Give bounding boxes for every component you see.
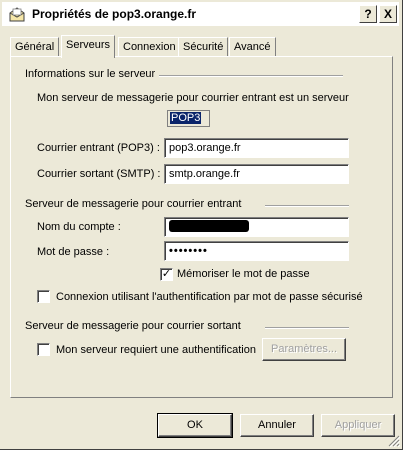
mail-account-icon <box>9 7 25 22</box>
ok-button[interactable]: OK <box>157 413 233 438</box>
resize-grip-icon[interactable] <box>388 435 400 447</box>
apply-button[interactable]: Appliquer <box>321 414 395 437</box>
incoming-type-value[interactable]: POP3 <box>167 110 210 127</box>
outgoing-server-input[interactable]: smtp.orange.fr <box>164 164 349 184</box>
window-title: Propriétés de pop3.orange.fr <box>32 7 197 21</box>
properties-dialog: Propriétés de pop3.orange.fr ? X Général… <box>0 0 403 450</box>
group-divider <box>159 75 343 77</box>
tab-general[interactable]: Général <box>10 37 60 57</box>
outgoing-server-label: Courrier sortant (SMTP) : <box>37 168 161 180</box>
server-info-heading: Informations sur le serveur <box>25 68 156 80</box>
outgoing-server-heading: Serveur de messagerie pour courrier sort… <box>25 320 241 332</box>
password-label: Mot de passe : <box>37 246 110 258</box>
close-button[interactable]: X <box>379 5 397 23</box>
cancel-button[interactable]: Annuler <box>240 414 314 437</box>
title-bar[interactable]: Propriétés de pop3.orange.fr ? X <box>2 2 399 26</box>
group-divider <box>265 205 349 207</box>
tab-advanced[interactable]: Avancé <box>229 37 276 57</box>
spa-label[interactable]: Connexion utilisant l'authentification p… <box>56 291 363 303</box>
password-input[interactable]: •••••••• <box>164 241 349 261</box>
account-name-input[interactable] <box>164 217 349 237</box>
incoming-server-input[interactable]: pop3.orange.fr <box>164 138 349 158</box>
spa-checkbox[interactable] <box>37 290 50 303</box>
smtp-auth-checkbox[interactable] <box>37 343 50 356</box>
incoming-server-heading: Serveur de messagerie pour courrier entr… <box>25 198 242 210</box>
incoming-server-label: Courrier entrant (POP3) : <box>37 142 160 154</box>
redaction-mark <box>169 220 249 232</box>
tab-connection[interactable]: Connexion <box>118 37 181 57</box>
incoming-type-text: Mon serveur de messagerie pour courrier … <box>37 92 349 104</box>
incoming-type-value-text: POP3 <box>170 112 202 124</box>
account-name-label: Nom du compte : <box>37 221 121 233</box>
servers-panel: Informations sur le serveur Mon serveur … <box>10 56 393 398</box>
help-button[interactable]: ? <box>359 5 377 23</box>
tab-servers[interactable]: Serveurs <box>61 35 116 58</box>
remember-password-checkbox[interactable]: ✓ <box>160 268 173 281</box>
tab-security[interactable]: Sécurité <box>178 37 229 57</box>
settings-button[interactable]: Paramètres... <box>262 338 346 361</box>
group-divider <box>265 327 349 329</box>
remember-password-label[interactable]: Mémoriser le mot de passe <box>177 268 310 280</box>
smtp-auth-label[interactable]: Mon serveur requiert une authentificatio… <box>56 344 256 356</box>
